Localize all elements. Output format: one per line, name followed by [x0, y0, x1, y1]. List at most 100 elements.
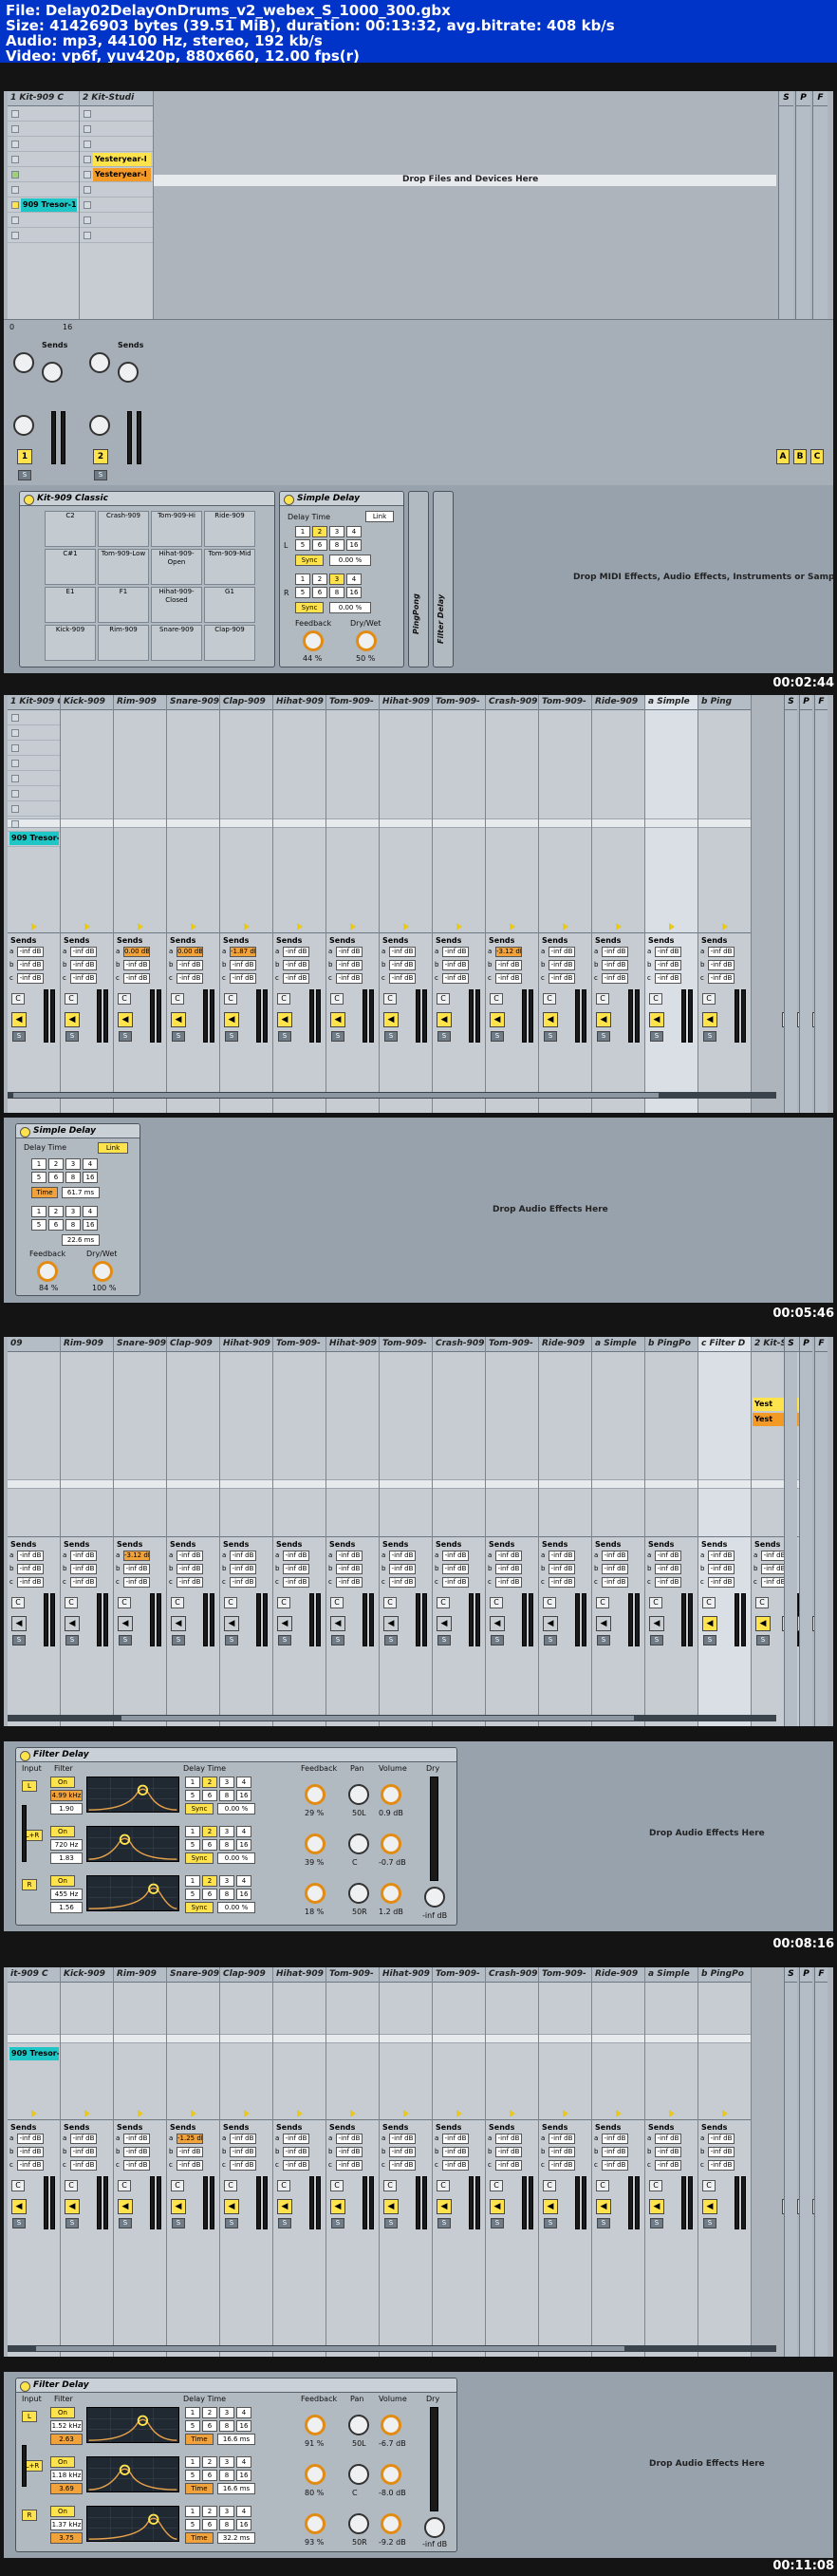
solo-button[interactable]: S [278, 1635, 291, 1645]
beat-button[interactable]: 1 [185, 1826, 200, 1837]
beat-button[interactable]: 6 [202, 2519, 217, 2530]
send-a-value[interactable]: -inf dB [442, 946, 469, 957]
play-icon[interactable] [722, 923, 728, 931]
track-strip[interactable]: Clap-909 Sends a -inf dB b -inf dB c -inf dB C ◀ S [167, 1337, 220, 1726]
clip-lane[interactable] [220, 2034, 272, 2043]
beat-button[interactable]: 8 [219, 2470, 234, 2481]
filter-freq-field[interactable]: 1.18 kHz [50, 2470, 83, 2481]
send-c-value[interactable]: -inf dB [70, 2159, 97, 2171]
beat-button[interactable]: 1 [295, 526, 310, 537]
track-title[interactable]: Clap-909 [220, 1967, 272, 1983]
time-field[interactable]: 22.6 ms [62, 1234, 100, 1246]
send-b-value[interactable]: -inf dB [336, 1563, 363, 1574]
filter-q-field[interactable]: 3.69 [50, 2483, 83, 2494]
send-b-value[interactable]: -inf dB [389, 959, 416, 970]
solo-button[interactable]: S [703, 1635, 716, 1645]
solo-button[interactable]: S [225, 1635, 238, 1645]
play-icon[interactable] [244, 2110, 250, 2117]
speaker-toggle[interactable]: ◀ [649, 1012, 664, 1027]
send-a-value[interactable]: 0.00 dB [177, 946, 203, 957]
speaker-toggle[interactable]: ◀ [383, 1616, 399, 1631]
send-a-value[interactable]: -inf dB [495, 1550, 522, 1561]
track-1[interactable]: 1 Kit-909 C 909 Tresor-1 [8, 91, 80, 338]
clip-lane[interactable] [592, 818, 644, 828]
send-b-value[interactable]: -inf dB [602, 959, 628, 970]
pad[interactable]: Hihat-909-Open [151, 549, 202, 585]
beat-button[interactable]: 1 [185, 2407, 200, 2418]
send-b-value[interactable]: -inf dB [70, 959, 97, 970]
play-icon[interactable] [669, 923, 675, 931]
track-strip[interactable]: Kick-909 Sends a -inf dB b -inf dB c -inf dB C ◀ S [61, 695, 114, 1113]
send-b-value[interactable]: -inf dB [283, 1563, 309, 1574]
send-a-value[interactable]: -inf dB [389, 946, 416, 957]
track-title[interactable]: a Simple [592, 1337, 644, 1352]
clip-lane[interactable] [698, 1479, 751, 1489]
crossfade-button[interactable]: C [649, 993, 662, 1005]
time-mode-button[interactable]: Time [185, 2532, 214, 2544]
track-title[interactable]: Hihat-909 [220, 1337, 272, 1352]
filter-freq-field[interactable]: 720 Hz [50, 1839, 83, 1851]
feedback-knob[interactable] [305, 2415, 326, 2435]
filter-q-field[interactable]: 3.75 [50, 2532, 83, 2544]
track-title[interactable]: Ride-909 [592, 695, 644, 710]
track-title[interactable]: b PingPo [698, 1967, 751, 1983]
track-strip[interactable]: b Ping Sends a -inf dB b -inf dB c -inf dB C ◀ S [698, 695, 752, 1113]
track-strip[interactable]: Hihat-909 Sends a -inf dB b -inf dB c -inf dB C ◀… [380, 695, 433, 1113]
speaker-toggle[interactable]: ◀ [543, 1012, 558, 1027]
track-strip[interactable]: Kick-909 Sends a -inf dB b -inf dB c -inf dB C ◀ S [61, 1967, 114, 2357]
send-b-value[interactable]: -inf dB [442, 2146, 469, 2157]
send-a-value[interactable]: -inf dB [177, 1550, 203, 1561]
track-title[interactable]: a Simple [645, 695, 698, 710]
solo-button[interactable]: S [597, 1031, 610, 1042]
speaker-toggle[interactable]: ◀ [702, 1616, 717, 1631]
send-a-value[interactable]: -inf dB [230, 1550, 256, 1561]
clip-name[interactable]: Yesteryear-I [93, 168, 151, 181]
send-c-value[interactable]: -inf dB [708, 972, 735, 984]
crossfade-button[interactable]: C [11, 2180, 25, 2191]
send-b-value[interactable]: -inf dB [442, 1563, 469, 1574]
solo-button[interactable]: S [544, 1635, 557, 1645]
clip-lane[interactable] [645, 2034, 698, 2043]
offset-field[interactable]: 0.00 % [329, 555, 371, 566]
track-title[interactable]: Kick-909 [61, 695, 113, 710]
play-icon[interactable] [31, 2110, 37, 2117]
track-strip[interactable]: 09 Sends a -inf dB b -inf dB c -inf dB C ◀ S [8, 1337, 61, 1726]
beat-button[interactable]: 8 [219, 1889, 234, 1900]
crossfade-button[interactable]: C [118, 2180, 131, 2191]
solo-button[interactable]: S [703, 1031, 716, 1042]
crossfade-button[interactable]: C [11, 1597, 25, 1608]
solo-button[interactable]: S [437, 1031, 451, 1042]
send-c-value[interactable]: -inf dB [17, 1576, 44, 1588]
beat-button[interactable]: 6 [202, 2470, 217, 2481]
send-c-value[interactable]: -inf dB [549, 972, 575, 984]
solo-button[interactable]: S [225, 2218, 238, 2228]
track-strip[interactable]: Rim-909 Sends a -inf dB b -inf dB c -inf dB C ◀ S [61, 1337, 114, 1726]
solo-button[interactable]: S [331, 2218, 344, 2228]
pad[interactable]: Tom-909-Hi [151, 511, 202, 547]
sync-button[interactable]: Sync [295, 555, 324, 566]
speaker-toggle[interactable]: ◀ [118, 1012, 133, 1027]
send-a-value[interactable]: -inf dB [549, 946, 575, 957]
clip-lane[interactable] [167, 2034, 219, 2043]
pad[interactable]: Hihat-909-Closed [151, 587, 202, 623]
send-c-value[interactable]: -inf dB [602, 972, 628, 984]
return-b-button[interactable]: B [793, 449, 807, 464]
solo-button[interactable]: S [756, 1635, 770, 1645]
beat-button[interactable]: 5 [185, 1839, 200, 1851]
send-b-value[interactable]: -inf dB [123, 2146, 150, 2157]
speaker-toggle[interactable]: ◀ [702, 2199, 717, 2214]
beat-button[interactable]: 4 [236, 1826, 251, 1837]
play-icon[interactable] [191, 923, 196, 931]
send-a-value[interactable]: -inf dB [549, 1550, 575, 1561]
send-knob[interactable] [42, 362, 63, 383]
beat-button[interactable]: 5 [185, 1889, 200, 1900]
track-title[interactable]: Hihat-909 [326, 1337, 379, 1352]
pan-knob[interactable] [348, 2415, 369, 2435]
clip-lane[interactable] [220, 818, 272, 828]
track-title[interactable]: Hihat-909 [273, 695, 326, 710]
track-strip[interactable]: b PingPo Sends a -inf dB b -inf dB c -inf dB C ◀ S [698, 1967, 752, 2357]
beat-button[interactable]: 2 [202, 1826, 217, 1837]
play-icon[interactable] [350, 2110, 356, 2117]
input-toggle[interactable]: L [22, 2411, 37, 2422]
play-icon[interactable] [563, 923, 568, 931]
